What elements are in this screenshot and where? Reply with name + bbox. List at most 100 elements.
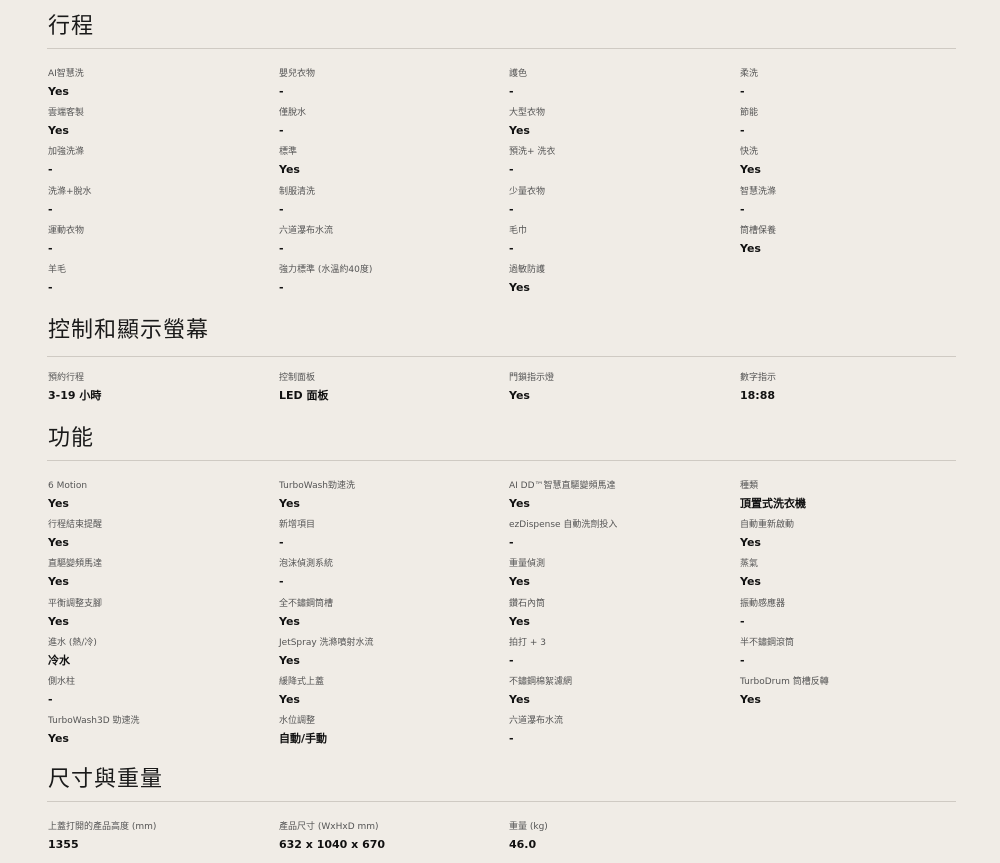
spec-label: 雲端客製	[48, 108, 85, 118]
spec-label: 全不鏽鋼筒槽	[279, 599, 334, 609]
spec-item: 半不鏽鋼滾筒 -	[740, 637, 960, 669]
spec-item: 六道瀑布水流 -	[279, 225, 499, 257]
spec-value: 632 x 1040 x 670	[279, 838, 386, 851]
spec-item: TurboWash3D 勁速洗 Yes	[48, 715, 268, 747]
spec-label: 大型衣物	[509, 108, 546, 118]
spec-page: 行程 AI智慧洗 Yes 嬰兒衣物 - 護色 - 柔洗 - 雲端客製 Yes 僅脫水 - 大型衣物 Yes 節…	[0, 0, 1000, 863]
spec-value: -	[509, 85, 514, 98]
spec-item: AI智慧洗 Yes	[48, 68, 268, 100]
spec-label: 少量衣物	[509, 187, 546, 197]
spec-value: LED 面板	[279, 389, 329, 402]
spec-value: Yes	[509, 497, 530, 510]
spec-item: JetSpray 洗滌噴射水流 Yes	[279, 637, 499, 669]
spec-item: 快洗 Yes	[740, 146, 960, 178]
spec-item: 預洗+ 洗衣 -	[509, 146, 729, 178]
section-divider	[47, 356, 956, 357]
spec-label: 水位調整	[279, 716, 316, 726]
spec-value: 1355	[48, 838, 79, 851]
spec-label: 智慧洗滌	[740, 187, 777, 197]
spec-label: 行程結束提醒	[48, 520, 103, 530]
spec-value: -	[279, 242, 284, 255]
spec-item: 毛巾 -	[509, 225, 729, 257]
spec-item: 平衡調整支腳 Yes	[48, 598, 268, 630]
section-title: 控制和顯示螢幕	[48, 318, 210, 343]
spec-value: Yes	[740, 163, 761, 176]
spec-value: -	[740, 654, 745, 667]
spec-value: -	[740, 203, 745, 216]
spec-item: AI DD™智慧直驅變頻馬達 Yes	[509, 480, 729, 512]
spec-item: TurboWash勁速洗 Yes	[279, 480, 499, 512]
spec-label: 過敏防護	[509, 265, 546, 275]
spec-value: Yes	[279, 615, 300, 628]
spec-value: -	[48, 163, 53, 176]
spec-label: 六道瀑布水流	[279, 226, 334, 236]
spec-label: 自動重新啟動	[740, 520, 795, 530]
spec-label: TurboWash勁速洗	[279, 481, 355, 491]
spec-item: 泡沫偵測系統 -	[279, 558, 499, 590]
spec-value: Yes	[509, 124, 530, 137]
spec-value: -	[279, 536, 284, 549]
spec-label: 振動感應器	[740, 599, 786, 609]
spec-value: -	[279, 281, 284, 294]
spec-item: 加強洗滌 -	[48, 146, 268, 178]
spec-item: 鑽石內筒 Yes	[509, 598, 729, 630]
spec-value: Yes	[740, 536, 761, 549]
spec-label: 拍打 + 3	[509, 638, 546, 648]
spec-value: Yes	[509, 693, 530, 706]
spec-item: 全不鏽鋼筒槽 Yes	[279, 598, 499, 630]
spec-label: 護色	[509, 69, 528, 79]
spec-value: Yes	[48, 85, 69, 98]
spec-value: -	[509, 242, 514, 255]
spec-value: Yes	[48, 536, 69, 549]
spec-value: -	[48, 242, 53, 255]
spec-item: 運動衣物 -	[48, 225, 268, 257]
spec-item: 蒸氣 Yes	[740, 558, 960, 590]
spec-value: 自動/手動	[279, 732, 328, 745]
spec-label: 平衡調整支腳	[48, 599, 103, 609]
spec-item: TurboDrum 筒槽反轉 Yes	[740, 676, 960, 708]
spec-value: -	[279, 575, 284, 588]
spec-item: 六道瀑布水流 -	[509, 715, 729, 747]
spec-item: 緩降式上蓋 Yes	[279, 676, 499, 708]
spec-label: 6 Motion	[48, 481, 88, 491]
spec-item: 制服清洗 -	[279, 186, 499, 218]
spec-item: 大型衣物 Yes	[509, 107, 729, 139]
spec-item: 上蓋打開的產品高度 (mm) 1355	[48, 821, 268, 853]
spec-label: 不鏽鋼棉絮濾網	[509, 677, 573, 687]
spec-item: 筒槽保養 Yes	[740, 225, 960, 257]
section-divider	[47, 48, 956, 49]
spec-label: 半不鏽鋼滾筒	[740, 638, 795, 648]
spec-value: -	[279, 124, 284, 137]
spec-value: -	[509, 654, 514, 667]
spec-label: 標準	[279, 147, 298, 157]
spec-item: 洗滌+脫水 -	[48, 186, 268, 218]
spec-item: 控制面板 LED 面板	[279, 372, 499, 404]
spec-value: -	[48, 693, 53, 706]
spec-label: 緩降式上蓋	[279, 677, 325, 687]
spec-item: ezDispense 自動洗劑投入 -	[509, 519, 729, 551]
spec-label: 數字指示	[740, 373, 777, 383]
spec-label: 鑽石內筒	[509, 599, 546, 609]
spec-value: 3-19 小時	[48, 389, 102, 402]
spec-item: 數字指示 18:88	[740, 372, 960, 404]
spec-label: 柔洗	[740, 69, 759, 79]
section-title: 尺寸與重量	[48, 767, 164, 792]
spec-value: Yes	[509, 389, 530, 402]
section-divider	[47, 460, 956, 461]
spec-value: -	[509, 163, 514, 176]
spec-value: 46.0	[509, 838, 537, 851]
spec-item: 進水 (熱/冷) 冷水	[48, 637, 268, 669]
spec-item: 振動感應器 -	[740, 598, 960, 630]
spec-item: 拍打 + 3 -	[509, 637, 729, 669]
spec-item: 重量 (kg) 46.0	[509, 821, 729, 853]
spec-value: 18:88	[740, 389, 776, 402]
spec-item: 側水柱 -	[48, 676, 268, 708]
spec-label: 新增項目	[279, 520, 316, 530]
spec-value: -	[279, 85, 284, 98]
spec-item: 少量衣物 -	[509, 186, 729, 218]
spec-label: 毛巾	[509, 226, 528, 236]
section-title: 行程	[48, 14, 95, 39]
spec-label: 重量偵測	[509, 559, 546, 569]
spec-label: 預約行程	[48, 373, 85, 383]
spec-value: -	[279, 203, 284, 216]
